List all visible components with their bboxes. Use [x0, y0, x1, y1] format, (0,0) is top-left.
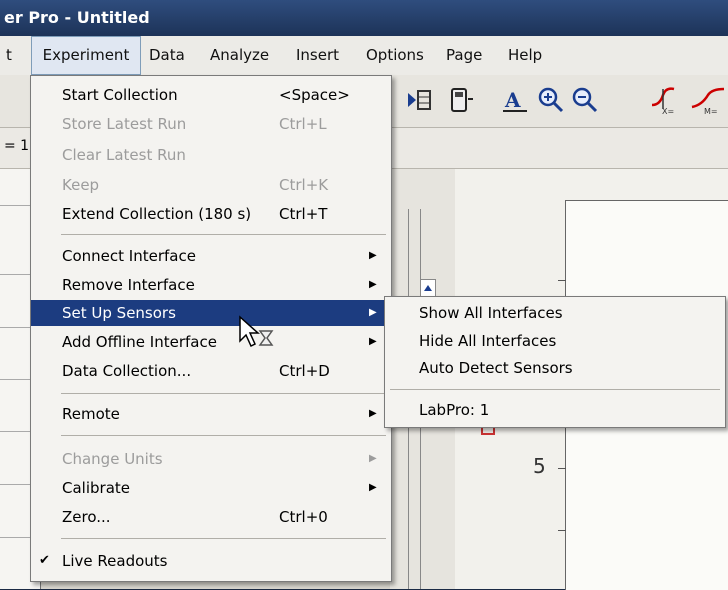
submenu-arrow-icon: ▶ — [369, 279, 377, 290]
tangent-icon[interactable]: M= — [690, 85, 726, 115]
submenu-arrow-icon: ▶ — [369, 482, 377, 493]
menu-separator — [61, 538, 386, 539]
menu-analyze[interactable]: Analyze — [210, 36, 269, 75]
experiment-menu: Start Collection <Space> Store Latest Run… — [30, 75, 392, 582]
menu-item-store-latest-run[interactable]: Store Latest Run Ctrl+L — [31, 111, 391, 137]
zoom-out-icon[interactable] — [570, 85, 600, 115]
menu-options[interactable]: Options — [366, 36, 424, 75]
svg-text:M=: M= — [704, 107, 718, 115]
menu-item-clear-latest-run[interactable]: Clear Latest Run — [31, 142, 391, 168]
menu-separator — [61, 234, 386, 235]
menu-experiment[interactable]: Experiment — [31, 36, 141, 75]
menu-bar: t Experiment Data Analyze Insert Options… — [0, 36, 728, 76]
menu-item-keep[interactable]: Keep Ctrl+K — [31, 172, 391, 198]
stop-collection-icon[interactable] — [404, 85, 434, 115]
triangle-up-icon — [424, 285, 432, 291]
submenu-item-hide-all-interfaces[interactable]: Hide All Interfaces — [419, 328, 556, 354]
menu-item-data-collection[interactable]: Data Collection... Ctrl+D — [31, 358, 391, 384]
examine-icon[interactable]: X= — [648, 85, 678, 115]
zoom-in-icon[interactable] — [536, 85, 566, 115]
submenu-arrow-icon: ▶ — [369, 453, 377, 464]
submenu-item-labpro-1[interactable]: LabPro: 1 — [419, 397, 489, 423]
menu-item-extend-collection[interactable]: Extend Collection (180 s) Ctrl+T — [31, 201, 391, 227]
submenu-item-show-all-interfaces[interactable]: Show All Interfaces — [419, 300, 563, 326]
submenu-arrow-icon: ▶ — [369, 250, 377, 261]
submenu-item-auto-detect-sensors[interactable]: Auto Detect Sensors — [419, 355, 573, 381]
title-bar: er Pro - Untitled — [0, 0, 728, 36]
menu-item-start-collection[interactable]: Start Collection <Space> — [31, 82, 391, 108]
menu-item-connect-interface[interactable]: Connect Interface ▶ — [31, 243, 391, 269]
menu-item-change-units[interactable]: Change Units ▶ — [31, 446, 391, 472]
svg-text:X=: X= — [662, 107, 674, 115]
menu-separator — [61, 393, 386, 394]
interface-icon[interactable] — [446, 85, 476, 115]
menu-data[interactable]: Data — [149, 36, 185, 75]
menu-help[interactable]: Help — [508, 36, 542, 75]
menu-item-calibrate[interactable]: Calibrate ▶ — [31, 475, 391, 501]
menu-separator — [61, 435, 386, 436]
svg-text:A: A — [504, 88, 521, 112]
menu-item-live-readouts[interactable]: ✔ Live Readouts — [31, 548, 391, 574]
text-annotation-icon[interactable]: A — [500, 85, 530, 115]
submenu-arrow-icon: ▶ — [369, 408, 377, 419]
window-title: er Pro - Untitled — [4, 8, 150, 27]
menu-file[interactable]: t — [6, 36, 12, 75]
row-indicator: = 1 — [4, 138, 30, 154]
checkmark-icon: ✔ — [39, 553, 50, 568]
menu-item-remove-interface[interactable]: Remove Interface ▶ — [31, 272, 391, 298]
scroll-up-button[interactable] — [420, 279, 436, 297]
submenu-arrow-icon: ▶ — [369, 336, 377, 347]
menu-item-add-offline-interface[interactable]: Add Offline Interface ▶ — [31, 329, 391, 355]
menu-item-set-up-sensors[interactable]: Set Up Sensors ▶ — [31, 300, 391, 326]
menu-page[interactable]: Page — [446, 36, 482, 75]
set-up-sensors-submenu: Show All Interfaces Hide All Interfaces … — [384, 296, 726, 428]
menu-item-zero[interactable]: Zero... Ctrl+0 — [31, 504, 391, 530]
menu-insert[interactable]: Insert — [296, 36, 339, 75]
submenu-arrow-icon: ▶ — [369, 307, 377, 318]
menu-separator — [390, 389, 720, 390]
busy-cursor-icon — [239, 315, 274, 348]
menu-item-remote[interactable]: Remote ▶ — [31, 401, 391, 427]
y-tick-label: 5 — [533, 454, 546, 478]
